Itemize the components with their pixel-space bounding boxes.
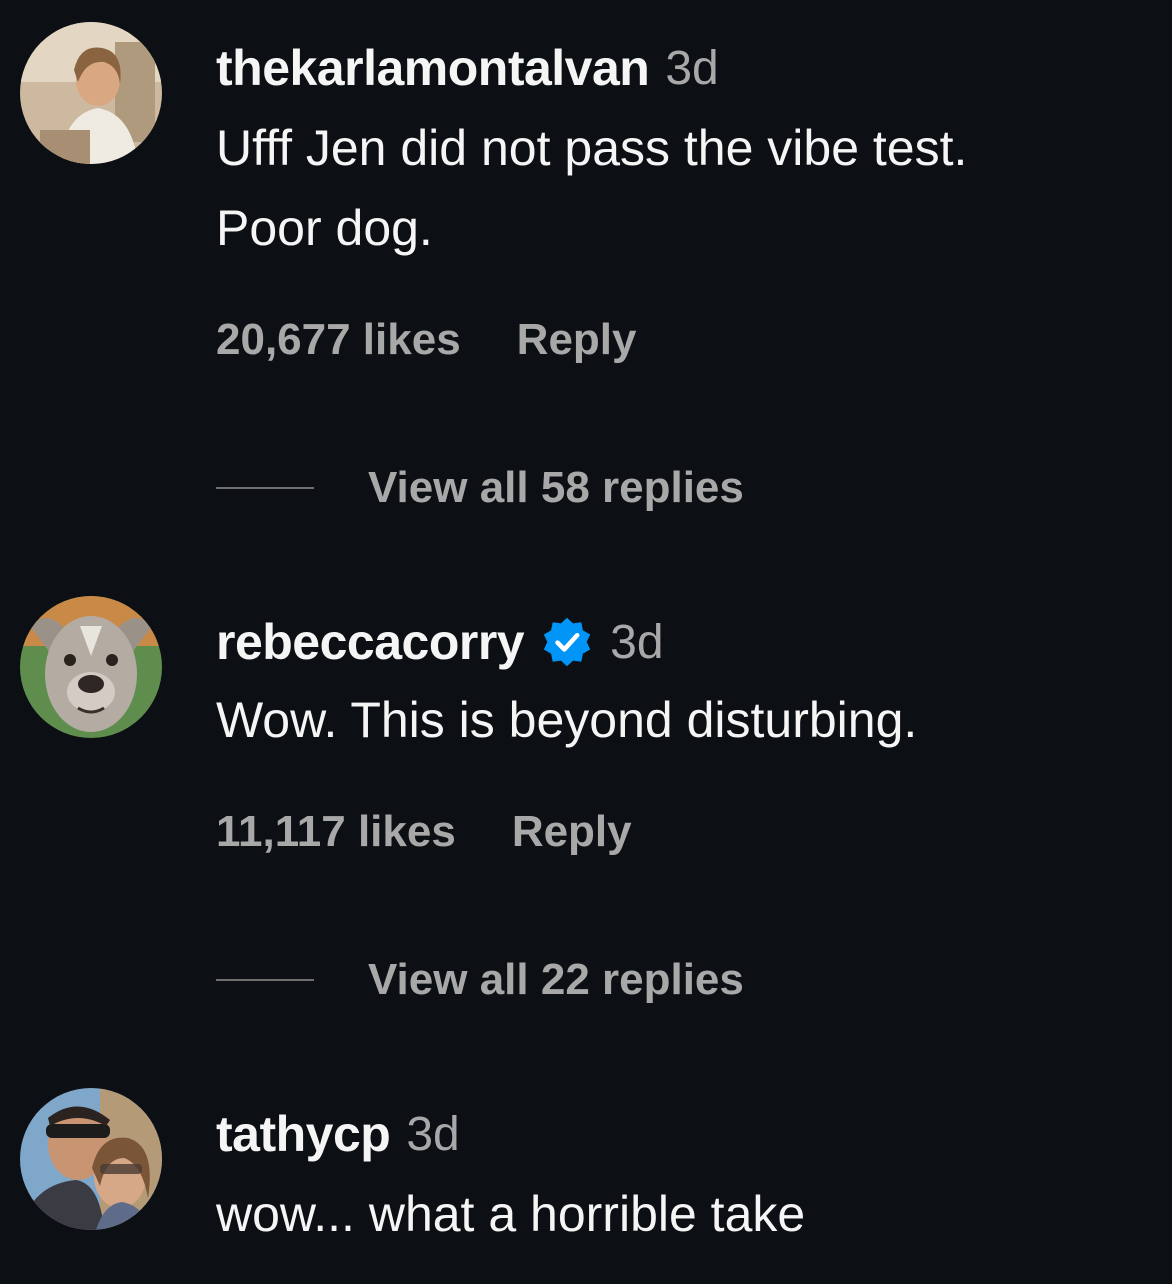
comment-actions: 20,677 likes Reply [216, 310, 637, 370]
view-replies-button[interactable]: View all 58 replies [216, 458, 744, 518]
timestamp: 3d [665, 41, 719, 95]
username[interactable]: rebeccacorry [216, 613, 525, 671]
reply-button[interactable]: Reply [512, 807, 632, 857]
view-replies-button[interactable]: View all 22 replies [216, 950, 744, 1010]
comment-header: thekarlamontalvan 3d [216, 38, 719, 98]
comment-actions: 11,117 likes Reply [216, 802, 632, 862]
comment-text-line: Poor dog. [216, 200, 433, 256]
timestamp: 3d [406, 1107, 460, 1161]
comment-text-line: Ufff Jen did not pass the vibe test. [216, 120, 968, 176]
comment-text: Wow. This is beyond disturbing. [216, 680, 1156, 760]
view-replies-label: View all 58 replies [368, 463, 744, 512]
timestamp: 3d [610, 615, 664, 669]
likes-count[interactable]: 20,677 likes [216, 315, 461, 365]
divider-line [216, 979, 314, 981]
reply-button[interactable]: Reply [517, 315, 637, 365]
username[interactable]: thekarlamontalvan [216, 39, 650, 97]
comment-header: tathycp 3d [216, 1104, 460, 1164]
view-replies-label: View all 22 replies [368, 955, 744, 1004]
comment-text: Ufff Jen did not pass the vibe test. Poo… [216, 108, 1156, 268]
likes-count[interactable]: 11,117 likes [216, 807, 456, 857]
divider-line [216, 487, 314, 489]
verified-badge-icon [540, 615, 594, 669]
avatar[interactable] [20, 596, 162, 738]
avatar[interactable] [20, 22, 162, 164]
comment-text-line: Wow. This is beyond disturbing. [216, 692, 918, 748]
username[interactable]: tathycp [216, 1105, 391, 1163]
comment-text: wow... what a horrible take [216, 1174, 1156, 1254]
avatar[interactable] [20, 1088, 162, 1230]
comment-text-line: wow... what a horrible take [216, 1186, 806, 1242]
comment-header: rebeccacorry 3d [216, 612, 664, 672]
